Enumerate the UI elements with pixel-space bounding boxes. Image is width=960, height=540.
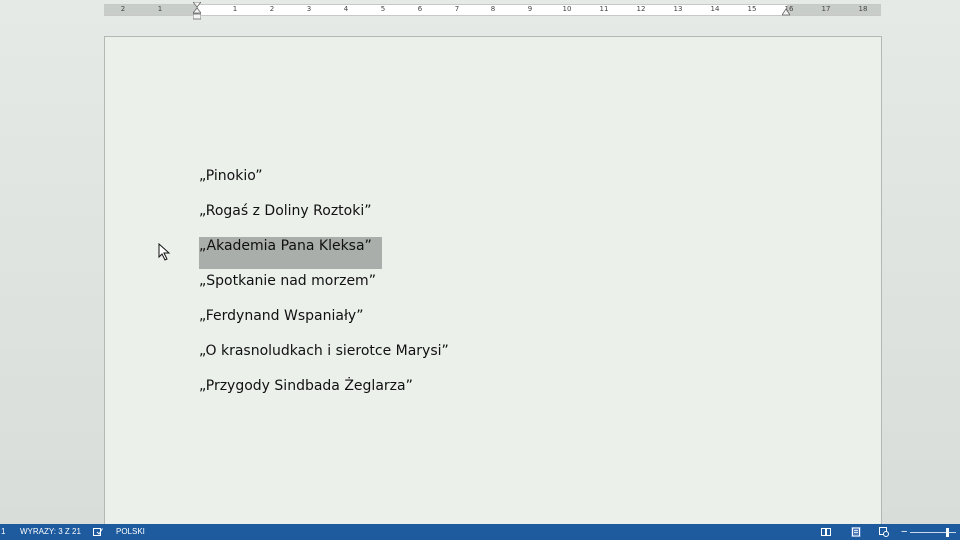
horizontal-ruler[interactable]: 2 1 1 2 3 4 5 6 7 8 9 10 11 12 13 14 15 …	[104, 4, 881, 16]
first-line-indent-icon[interactable]	[193, 2, 201, 20]
ruler-label: 1	[232, 5, 238, 13]
ruler-label: 7	[454, 5, 460, 13]
ruler-label: 1	[157, 5, 163, 13]
proofing-icon[interactable]	[93, 527, 103, 537]
ruler-label: 3	[306, 5, 312, 13]
read-mode-icon[interactable]	[821, 527, 831, 537]
zoom-out-button[interactable]: −	[901, 524, 907, 540]
ruler-label: 5	[380, 5, 386, 13]
word-count[interactable]: WYRAZY: 3 Z 21	[20, 524, 81, 540]
paragraph[interactable]: „O krasnoludkach i sierotce Marysi”	[199, 342, 449, 360]
paragraph[interactable]: „Ferdynand Wspaniały”	[199, 307, 363, 325]
ruler-label: 2	[269, 5, 275, 13]
page-indicator[interactable]: 1	[1, 524, 5, 540]
zoom-slider[interactable]	[910, 532, 956, 533]
document-page[interactable]: „Pinokio” „Rogaś z Doliny Roztoki” „Akad…	[104, 36, 882, 538]
ruler-label: 17	[821, 5, 831, 13]
print-layout-icon[interactable]	[851, 527, 861, 537]
ruler-label: 6	[417, 5, 423, 13]
paragraph[interactable]: „Spotkanie nad morzem”	[199, 272, 376, 290]
ruler-left-margin	[104, 5, 198, 15]
ruler-label: 9	[527, 5, 533, 13]
ruler-label: 14	[710, 5, 720, 13]
ruler-label: 10	[562, 5, 572, 13]
ruler-label: 4	[343, 5, 349, 13]
right-indent-icon[interactable]	[782, 8, 790, 16]
ruler-label: 2	[120, 5, 126, 13]
web-layout-icon[interactable]	[879, 527, 889, 537]
paragraph[interactable]: „Pinokio”	[199, 167, 263, 185]
ruler-label: 12	[636, 5, 646, 13]
paragraph[interactable]: „Przygody Sindbada Żeglarza”	[199, 377, 413, 395]
status-bar: 1 WYRAZY: 3 Z 21 POLSKI −	[0, 524, 960, 540]
mouse-pointer-icon	[158, 243, 171, 261]
language-indicator[interactable]: POLSKI	[116, 524, 145, 540]
document-workspace: 2 1 1 2 3 4 5 6 7 8 9 10 11 12 13 14 15 …	[0, 0, 960, 538]
ruler-label: 8	[490, 5, 496, 13]
paragraph-selected[interactable]: „Akademia Pana Kleksa”	[199, 237, 382, 269]
zoom-slider-thumb[interactable]	[946, 528, 949, 537]
paragraph[interactable]: „Rogaś z Doliny Roztoki”	[199, 202, 371, 220]
ruler-label: 13	[673, 5, 683, 13]
ruler-label: 18	[858, 5, 868, 13]
ruler-label: 15	[747, 5, 757, 13]
ruler-label: 11	[599, 5, 609, 13]
